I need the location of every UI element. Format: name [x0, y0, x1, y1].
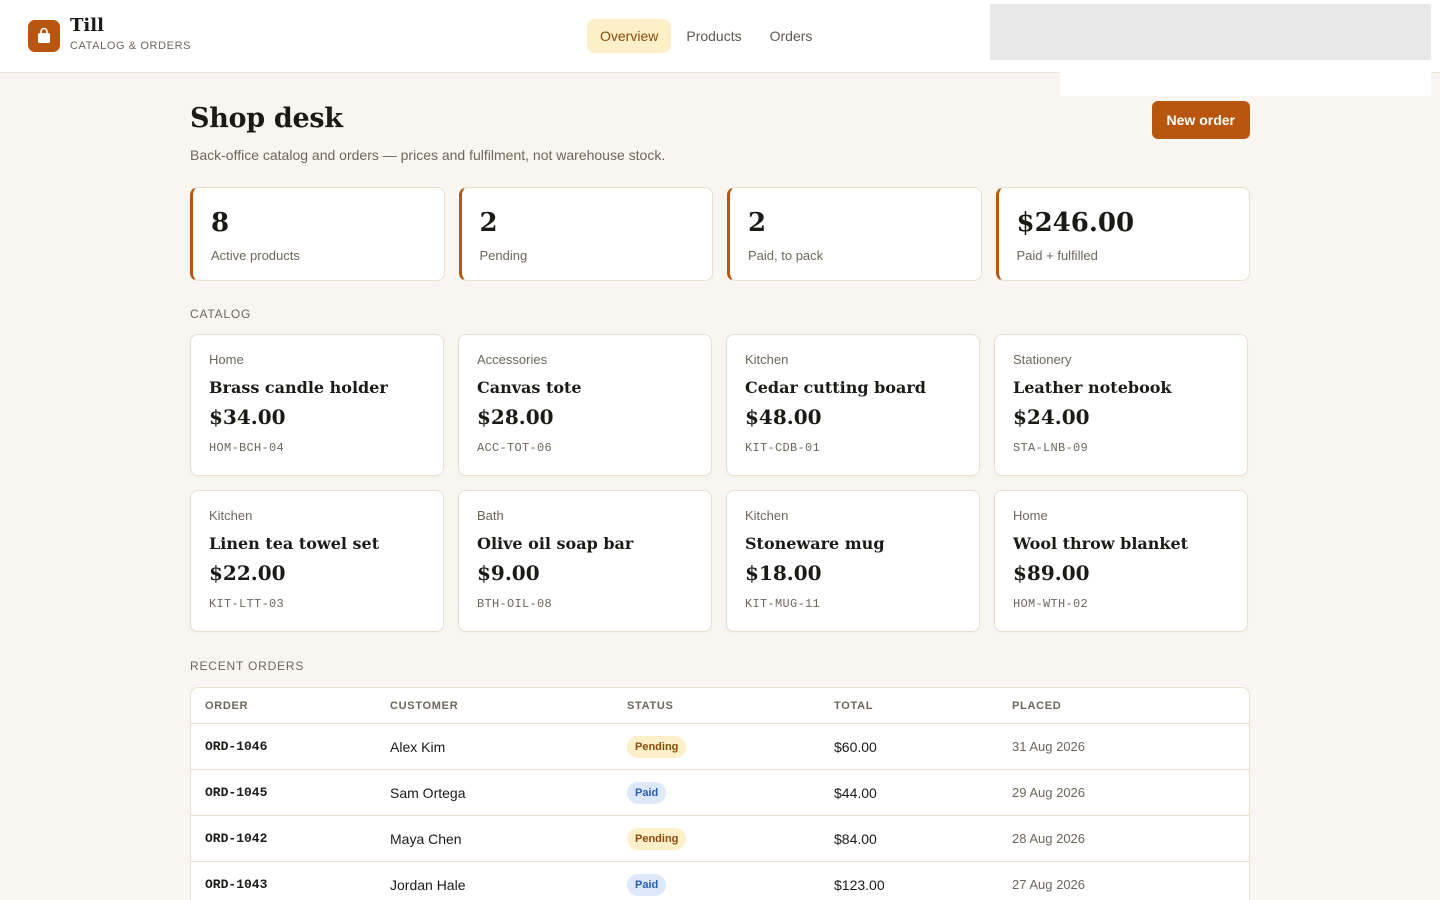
product-sku: STA-LNB-09	[1013, 441, 1089, 455]
product-price: $28.00	[477, 405, 554, 429]
product-sku: HOM-WTH-02	[1013, 597, 1089, 611]
table-row[interactable]: ORD-1042 Maya Chen Pending $84.00 28 Aug…	[191, 816, 1249, 862]
product-card[interactable]: Accessories Canvas tote $28.00 ACC-TOT-0…	[458, 334, 712, 476]
status-badge: Pending	[627, 735, 687, 758]
order-total: $123.00	[834, 876, 885, 893]
product-card[interactable]: Kitchen Cedar cutting board $48.00 KIT-C…	[726, 334, 980, 476]
product-price: $48.00	[745, 405, 822, 429]
order-customer: Maya Chen	[390, 830, 462, 847]
orders-section-label: RECENT ORDERS	[190, 659, 305, 673]
app-name: Till	[70, 15, 104, 36]
blank-overlay-panel	[990, 4, 1431, 60]
product-price: $22.00	[209, 561, 286, 585]
table-row[interactable]: ORD-1043 Jordan Hale Paid $123.00 27 Aug…	[191, 862, 1249, 900]
order-customer: Sam Ortega	[390, 784, 466, 801]
app-subtitle: CATALOG & ORDERS	[70, 40, 192, 52]
catalog-section-label: CATALOG	[190, 307, 252, 321]
table-row[interactable]: ORD-1046 Alex Kim Pending $60.00 31 Aug …	[191, 724, 1249, 770]
product-category: Home	[209, 352, 244, 367]
nav-overview[interactable]: Overview	[587, 19, 672, 53]
main-nav: Overview Products Orders	[587, 19, 825, 53]
product-sku: KIT-LTT-03	[209, 597, 285, 611]
new-order-button[interactable]: New order	[1151, 101, 1250, 139]
stat-value: 2	[479, 208, 498, 238]
product-name: Cedar cutting board	[745, 378, 926, 397]
stat-label: Active products	[211, 248, 300, 263]
product-name: Linen tea towel set	[209, 534, 380, 553]
product-sku: BTH-OIL-08	[477, 597, 553, 611]
product-name: Canvas tote	[477, 378, 582, 397]
status-badge: Paid	[627, 781, 667, 804]
stats-row: 8 Active products 2 Pending 2 Paid, to p…	[190, 187, 1250, 281]
product-card[interactable]: Stationery Leather notebook $24.00 STA-L…	[994, 334, 1248, 476]
product-sku: KIT-MUG-11	[745, 597, 821, 611]
product-name: Olive oil soap bar	[477, 534, 634, 553]
product-card[interactable]: Home Wool throw blanket $89.00 HOM-WTH-0…	[994, 490, 1248, 632]
product-price: $89.00	[1013, 561, 1090, 585]
product-category: Kitchen	[209, 508, 253, 523]
product-name: Wool throw blanket	[1013, 534, 1189, 553]
product-category: Accessories	[477, 352, 548, 367]
page-title: Shop desk	[190, 103, 343, 134]
nav-products[interactable]: Products	[673, 19, 754, 53]
table-row[interactable]: ORD-1045 Sam Ortega Paid $44.00 29 Aug 2…	[191, 770, 1249, 816]
column-header-total[interactable]: TOTAL	[834, 700, 1012, 712]
order-total: $60.00	[834, 738, 877, 755]
order-placed-date: 28 Aug 2026	[1012, 831, 1086, 846]
order-placed-date: 31 Aug 2026	[1012, 739, 1086, 754]
stat-card-paid-fulfilled: $246.00 Paid + fulfilled	[995, 187, 1250, 281]
product-price: $34.00	[209, 405, 286, 429]
order-id: ORD-1043	[205, 877, 268, 892]
order-id: ORD-1045	[205, 785, 268, 800]
stat-card-active-products: 8 Active products	[190, 187, 445, 281]
column-header-customer[interactable]: CUSTOMER	[390, 700, 627, 712]
order-placed-date: 27 Aug 2026	[1012, 877, 1086, 892]
product-price: $18.00	[745, 561, 822, 585]
brand[interactable]: Till CATALOG & ORDERS	[28, 16, 192, 52]
product-name: Leather notebook	[1013, 378, 1172, 397]
product-sku: ACC-TOT-06	[477, 441, 553, 455]
product-card[interactable]: Home Brass candle holder $34.00 HOM-BCH-…	[190, 334, 444, 476]
product-name: Brass candle holder	[209, 378, 388, 397]
product-name: Stoneware mug	[745, 534, 885, 553]
catalog-grid: Home Brass candle holder $34.00 HOM-BCH-…	[190, 334, 1250, 632]
order-total: $84.00	[834, 830, 877, 847]
order-id: ORD-1046	[205, 739, 268, 754]
stat-card-paid-to-pack: 2 Paid, to pack	[727, 187, 982, 281]
column-header-placed[interactable]: PLACED	[1012, 700, 1212, 712]
shopping-bag-icon	[28, 20, 60, 52]
stat-label: Pending	[479, 248, 528, 263]
product-card[interactable]: Bath Olive oil soap bar $9.00 BTH-OIL-08	[458, 490, 712, 632]
orders-table: ORDER CUSTOMER STATUS TOTAL PLACED ORD-1…	[190, 687, 1250, 900]
stat-value: 2	[748, 208, 767, 238]
product-price: $9.00	[477, 561, 540, 585]
stat-label: Paid + fulfilled	[1016, 248, 1098, 263]
order-placed-date: 29 Aug 2026	[1012, 785, 1086, 800]
product-price: $24.00	[1013, 405, 1090, 429]
product-category: Home	[1013, 508, 1048, 523]
order-customer: Alex Kim	[390, 738, 446, 755]
column-header-order[interactable]: ORDER	[191, 700, 390, 712]
main-content: Shop desk New order Back-office catalog …	[190, 73, 1250, 900]
order-customer: Jordan Hale	[390, 876, 466, 893]
stat-value: $246.00	[1016, 208, 1135, 238]
order-total: $44.00	[834, 784, 877, 801]
product-category: Kitchen	[745, 352, 789, 367]
product-card[interactable]: Kitchen Stoneware mug $18.00 KIT-MUG-11	[726, 490, 980, 632]
stat-value: 8	[211, 208, 230, 238]
product-card[interactable]: Kitchen Linen tea towel set $22.00 KIT-L…	[190, 490, 444, 632]
status-badge: Pending	[627, 827, 687, 850]
product-sku: HOM-BCH-04	[209, 441, 285, 455]
table-header: ORDER CUSTOMER STATUS TOTAL PLACED	[191, 688, 1249, 724]
product-category: Kitchen	[745, 508, 789, 523]
stat-card-pending: 2 Pending	[458, 187, 713, 281]
column-header-status[interactable]: STATUS	[627, 700, 834, 712]
product-category: Stationery	[1013, 352, 1072, 367]
stat-label: Paid, to pack	[748, 248, 824, 263]
order-id: ORD-1042	[205, 831, 268, 846]
product-sku: KIT-CDB-01	[745, 441, 821, 455]
product-category: Bath	[477, 508, 504, 523]
status-badge: Paid	[627, 873, 667, 896]
nav-orders[interactable]: Orders	[757, 19, 826, 53]
